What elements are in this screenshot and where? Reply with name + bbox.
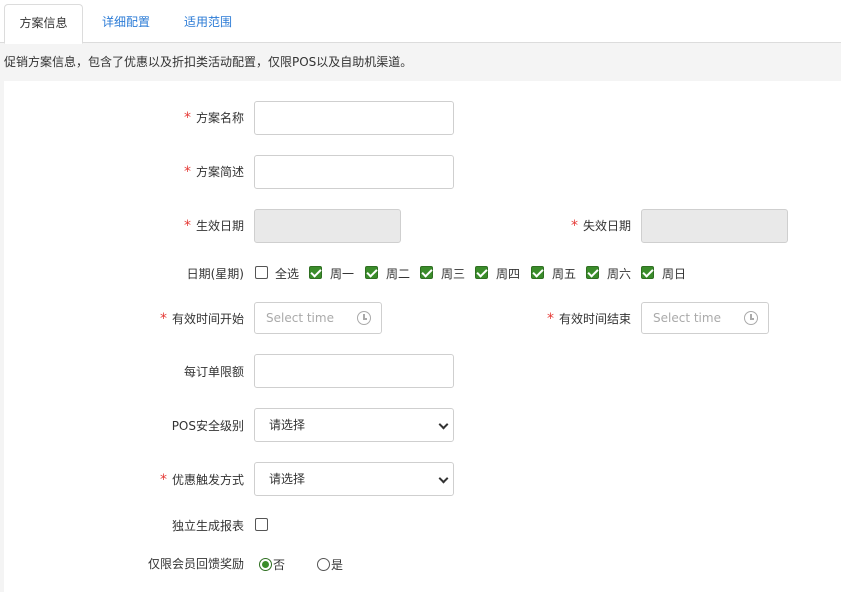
time-start-placeholder: Select time	[266, 311, 334, 325]
required-mark: *	[546, 311, 554, 327]
tab-scope[interactable]: 适用范围	[172, 4, 244, 43]
end-date-text: 失效日期	[582, 219, 631, 233]
trigger-label: * 优惠触发方式	[134, 471, 244, 488]
start-date-text: 生效日期	[195, 219, 244, 233]
tab-detail-config[interactable]: 详细配置	[92, 4, 160, 43]
member-yes-label: 是	[331, 558, 344, 572]
weekday-mon-label: 周一	[330, 267, 355, 281]
pos-level-value: 请选择	[269, 418, 306, 432]
member-yes-radio[interactable]	[317, 558, 330, 571]
required-mark: *	[183, 164, 191, 180]
plan-name-text: 方案名称	[195, 111, 244, 125]
end-date-label: * 失效日期	[541, 217, 631, 234]
plan-desc-input[interactable]	[254, 155, 454, 189]
weekday-sat-checkbox[interactable]	[586, 266, 599, 279]
time-end-text: 有效时间结束	[558, 312, 631, 326]
chevron-down-icon	[438, 473, 449, 484]
weekday-fri-label: 周五	[552, 267, 577, 281]
select-all-label: 全选	[275, 267, 300, 281]
weekday-sat-label: 周六	[607, 267, 632, 281]
trigger-value: 请选择	[269, 472, 306, 486]
weekday-wed-checkbox[interactable]	[420, 266, 433, 279]
member-no-label: 否	[273, 558, 286, 572]
form-panel: * 方案名称 * 方案简述 * 生效日期 * 失效日期 日期(星期) 全选 周一 周二 …	[4, 81, 841, 592]
clock-icon	[357, 311, 371, 325]
weekday-thu-checkbox[interactable]	[475, 266, 488, 279]
pos-level-select[interactable]: 请选择	[254, 408, 454, 442]
weekday-tue-checkbox[interactable]	[365, 266, 378, 279]
weekday-tue-label: 周二	[386, 267, 411, 281]
plan-name-label: * 方案名称	[154, 109, 244, 126]
weekday-label: 日期(星期)	[186, 267, 244, 281]
time-end-label: * 有效时间结束	[521, 310, 631, 327]
notice-text: 促销方案信息，包含了优惠以及折扣类活动配置，仅限POS以及自助机渠道。	[4, 55, 413, 69]
start-date-label: * 生效日期	[154, 217, 244, 234]
required-mark: *	[159, 472, 167, 488]
pos-level-label: POS安全级别	[171, 419, 244, 433]
required-mark: *	[183, 218, 191, 234]
select-all-checkbox[interactable]	[255, 266, 268, 279]
required-mark: *	[570, 218, 578, 234]
start-date-input[interactable]	[254, 209, 401, 243]
trigger-text: 优惠触发方式	[171, 473, 244, 487]
required-mark: *	[159, 311, 167, 327]
plan-desc-label: * 方案简述	[154, 163, 244, 180]
order-limit-input[interactable]	[254, 354, 454, 388]
time-start-picker[interactable]: Select time	[254, 302, 382, 334]
report-checkbox[interactable]	[255, 518, 268, 531]
plan-desc-text: 方案简述	[195, 165, 244, 179]
time-start-text: 有效时间开始	[171, 312, 244, 326]
required-mark: *	[183, 110, 191, 126]
end-date-input[interactable]	[641, 209, 788, 243]
weekday-sun-checkbox[interactable]	[641, 266, 654, 279]
trigger-select[interactable]: 请选择	[254, 462, 454, 496]
plan-name-input[interactable]	[254, 101, 454, 135]
time-end-placeholder: Select time	[653, 311, 721, 325]
member-no-radio[interactable]	[259, 558, 272, 571]
chevron-down-icon	[438, 419, 449, 430]
weekday-mon-checkbox[interactable]	[309, 266, 322, 279]
weekday-sun-label: 周日	[662, 267, 687, 281]
weekday-thu-label: 周四	[496, 267, 521, 281]
clock-icon	[744, 311, 758, 325]
time-end-picker[interactable]: Select time	[641, 302, 769, 334]
order-limit-label: 每订单限额	[183, 365, 244, 379]
weekday-fri-checkbox[interactable]	[531, 266, 544, 279]
member-label: 仅限会员回馈奖励	[147, 557, 244, 571]
tab-bar: 方案信息 详细配置 适用范围	[0, 0, 841, 44]
report-label: 独立生成报表	[171, 519, 244, 533]
weekday-wed-label: 周三	[441, 267, 466, 281]
tab-plan-info[interactable]: 方案信息	[4, 4, 83, 44]
time-start-label: * 有效时间开始	[134, 310, 244, 327]
